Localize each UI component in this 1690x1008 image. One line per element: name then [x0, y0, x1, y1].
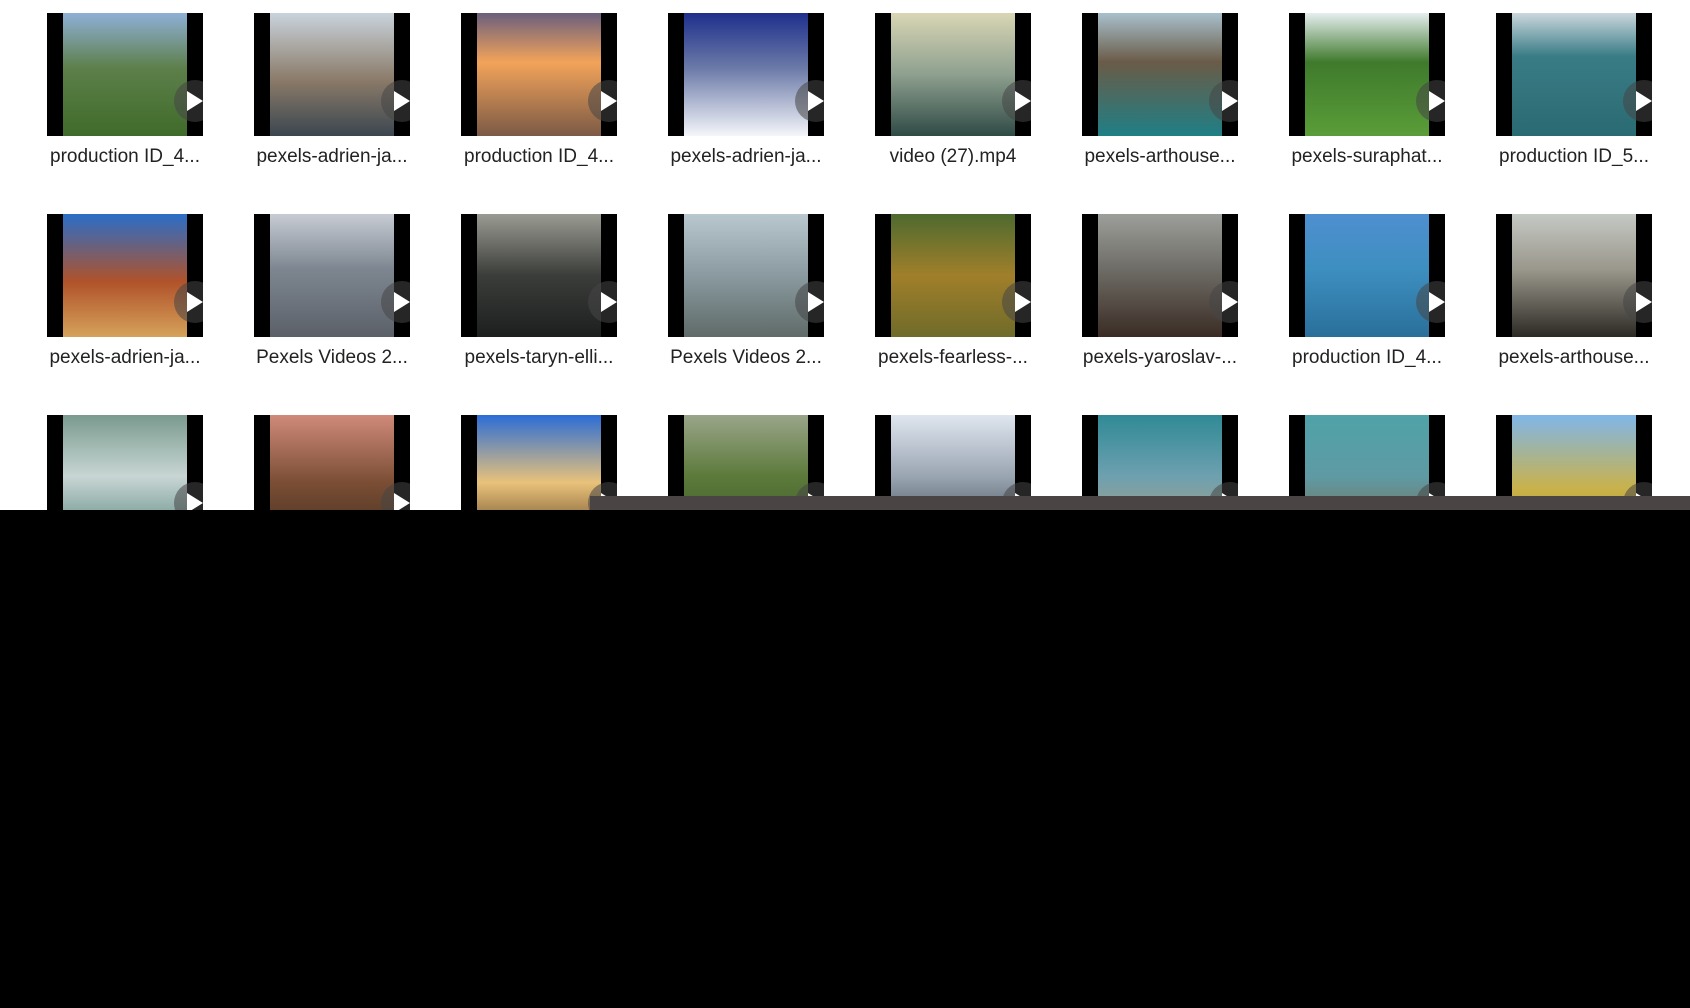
video-thumbnail[interactable] [668, 214, 824, 337]
video-filename: pexels-suraphat... [1291, 146, 1443, 167]
video-thumbnail[interactable] [461, 214, 617, 337]
thumbnail-image [270, 13, 394, 136]
video-filename: Pexels Videos 2... [256, 347, 408, 368]
video-tile[interactable]: pexels-taryn-elli... [461, 214, 617, 369]
overlay-bar [590, 496, 1690, 510]
video-filename: pexels-fearless-... [878, 347, 1028, 368]
video-filename: pexels-arthouse... [1498, 347, 1650, 368]
video-thumbnail[interactable] [875, 13, 1031, 136]
video-tile[interactable]: pexels-adrien-ja... [47, 214, 203, 369]
thumbnail-image [270, 214, 394, 337]
video-filename: production ID_5... [1499, 146, 1649, 167]
video-thumbnail[interactable] [254, 13, 410, 136]
video-filename: pexels-yaroslav-... [1082, 347, 1238, 368]
video-thumbnail[interactable] [875, 214, 1031, 337]
video-thumbnail[interactable] [668, 13, 824, 136]
video-tile[interactable]: pexels-yaroslav-... [1082, 214, 1238, 369]
video-tile[interactable]: pexels-arthouse... [1082, 13, 1238, 168]
video-tile[interactable] [254, 415, 410, 510]
video-thumbnail[interactable] [1496, 214, 1652, 337]
video-tile[interactable]: pexels-adrien-ja... [254, 13, 410, 168]
video-thumbnail[interactable] [1289, 13, 1445, 136]
video-thumbnail[interactable] [1496, 13, 1652, 136]
video-tile[interactable]: video (27).mp4 [875, 13, 1031, 168]
video-filename: production ID_4... [50, 146, 200, 167]
video-thumbnail[interactable] [47, 415, 203, 510]
thumbnail-image [684, 13, 808, 136]
video-filename: production ID_4... [1292, 347, 1442, 368]
video-thumbnail[interactable] [254, 214, 410, 337]
video-tile[interactable]: pexels-arthouse... [1496, 214, 1652, 369]
thumbnail-image [1305, 13, 1429, 136]
thumbnail-image [1098, 13, 1222, 136]
video-tile[interactable]: Pexels Videos 2... [668, 214, 824, 369]
video-thumbnail[interactable] [461, 13, 617, 136]
video-tile[interactable]: Pexels Videos 2... [254, 214, 410, 369]
thumbnail-image [477, 13, 601, 136]
thumbnail-image [891, 214, 1015, 337]
video-tile[interactable]: pexels-adrien-ja... [668, 13, 824, 168]
video-tile[interactable]: production ID_4... [1289, 214, 1445, 369]
video-filename: pexels-adrien-ja... [256, 146, 408, 167]
video-filename: pexels-adrien-ja... [670, 146, 822, 167]
thumbnail-image [1098, 214, 1222, 337]
video-thumbnail[interactable] [1082, 214, 1238, 337]
video-tile[interactable]: production ID_4... [461, 13, 617, 168]
thumbnail-image [63, 415, 187, 510]
black-panel [0, 510, 1690, 1008]
thumbnail-image [1512, 214, 1636, 337]
thumbnail-image [477, 415, 601, 510]
video-filename: production ID_4... [464, 146, 614, 167]
thumbnail-image [270, 415, 394, 510]
thumbnail-image [684, 214, 808, 337]
video-filename: pexels-taryn-elli... [464, 347, 614, 368]
thumbnail-image [891, 13, 1015, 136]
video-filename: Pexels Videos 2... [670, 347, 822, 368]
video-tile[interactable]: pexels-suraphat... [1289, 13, 1445, 168]
video-thumbnail-grid: production ID_4... pexels-adrien-ja... pro… [0, 0, 1690, 510]
video-tile[interactable]: pexels-fearless-... [875, 214, 1031, 369]
thumbnail-image [477, 214, 601, 337]
video-filename: video (27).mp4 [889, 146, 1017, 167]
thumbnail-image [63, 13, 187, 136]
video-tile[interactable] [47, 415, 203, 510]
thumbnail-image [1305, 214, 1429, 337]
video-thumbnail[interactable] [47, 13, 203, 136]
video-thumbnail[interactable] [1289, 214, 1445, 337]
thumbnail-image [1512, 13, 1636, 136]
video-tile[interactable]: production ID_4... [47, 13, 203, 168]
video-thumbnail[interactable] [47, 214, 203, 337]
video-filename: pexels-arthouse... [1084, 146, 1236, 167]
thumbnail-image [63, 214, 187, 337]
video-thumbnail[interactable] [1082, 13, 1238, 136]
video-filename: pexels-adrien-ja... [49, 347, 201, 368]
video-thumbnail[interactable] [254, 415, 410, 510]
video-tile[interactable]: production ID_5... [1496, 13, 1652, 168]
